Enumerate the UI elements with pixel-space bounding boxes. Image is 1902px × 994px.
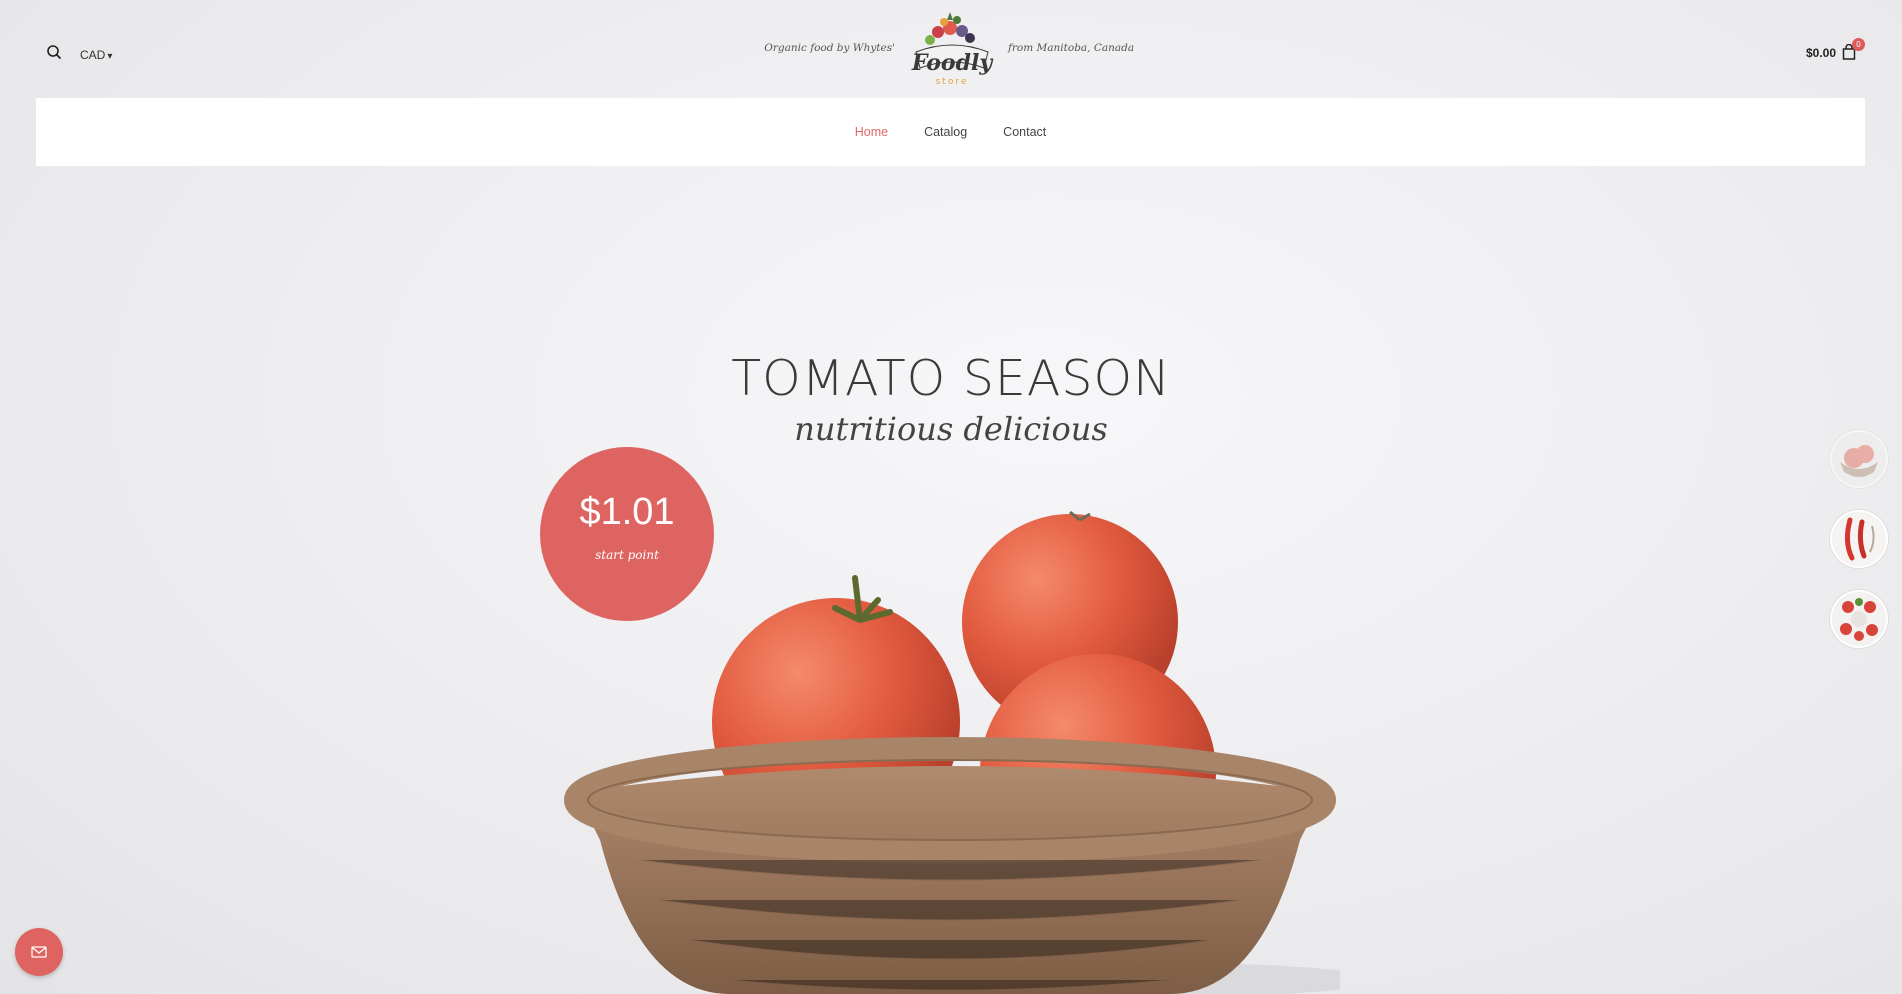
sliced-tomato-thumb-icon <box>1832 592 1886 646</box>
price-value: $1.01 <box>579 491 675 533</box>
tagline-left: Organic food by Whytes' <box>764 42 895 54</box>
price-label: start point <box>595 548 659 562</box>
search-button[interactable] <box>46 44 64 62</box>
price-badge: $1.01 start point <box>540 447 714 621</box>
nav-item-contact[interactable]: Contact <box>1003 125 1046 139</box>
store-logo[interactable]: Foodly store <box>900 8 1004 92</box>
cart-button[interactable]: $0.00 <box>1806 43 1858 62</box>
tomato-bowl-thumb-icon <box>1832 432 1886 486</box>
hero-subtitle: nutritious delicious <box>794 410 1108 448</box>
hero-title: TOMATO SEASON <box>731 350 1171 407</box>
slide-thumbnail-3[interactable] <box>1830 590 1888 648</box>
currency-label: CAD <box>80 48 106 62</box>
slide-thumbnail-2[interactable] <box>1830 510 1888 568</box>
cart-total: $0.00 <box>1806 46 1837 60</box>
newsletter-button[interactable] <box>15 928 63 976</box>
logo-wordmark: Foodly <box>911 50 995 76</box>
nav-item-home[interactable]: Home <box>855 125 888 139</box>
chevron-down-icon: ▾ <box>107 51 113 62</box>
logo-subtext: store <box>936 77 969 87</box>
slide-thumbnail-1[interactable] <box>1830 430 1888 488</box>
header: CAD ▾ Organic food by Whytes' Foodly stor… <box>0 0 1902 98</box>
currency-selector[interactable]: CAD ▾ <box>80 48 112 62</box>
search-icon <box>47 45 61 59</box>
logo-icon: Foodly store <box>911 12 995 87</box>
nav-item-catalog[interactable]: Catalog <box>924 125 967 139</box>
cart-count-badge: 0 <box>1852 38 1865 51</box>
chili-pepper-thumb-icon <box>1832 512 1886 566</box>
tagline-right: from Manitoba, Canada <box>1008 42 1135 54</box>
mail-icon <box>31 946 47 958</box>
main-nav: Home Catalog Contact <box>36 98 1865 166</box>
